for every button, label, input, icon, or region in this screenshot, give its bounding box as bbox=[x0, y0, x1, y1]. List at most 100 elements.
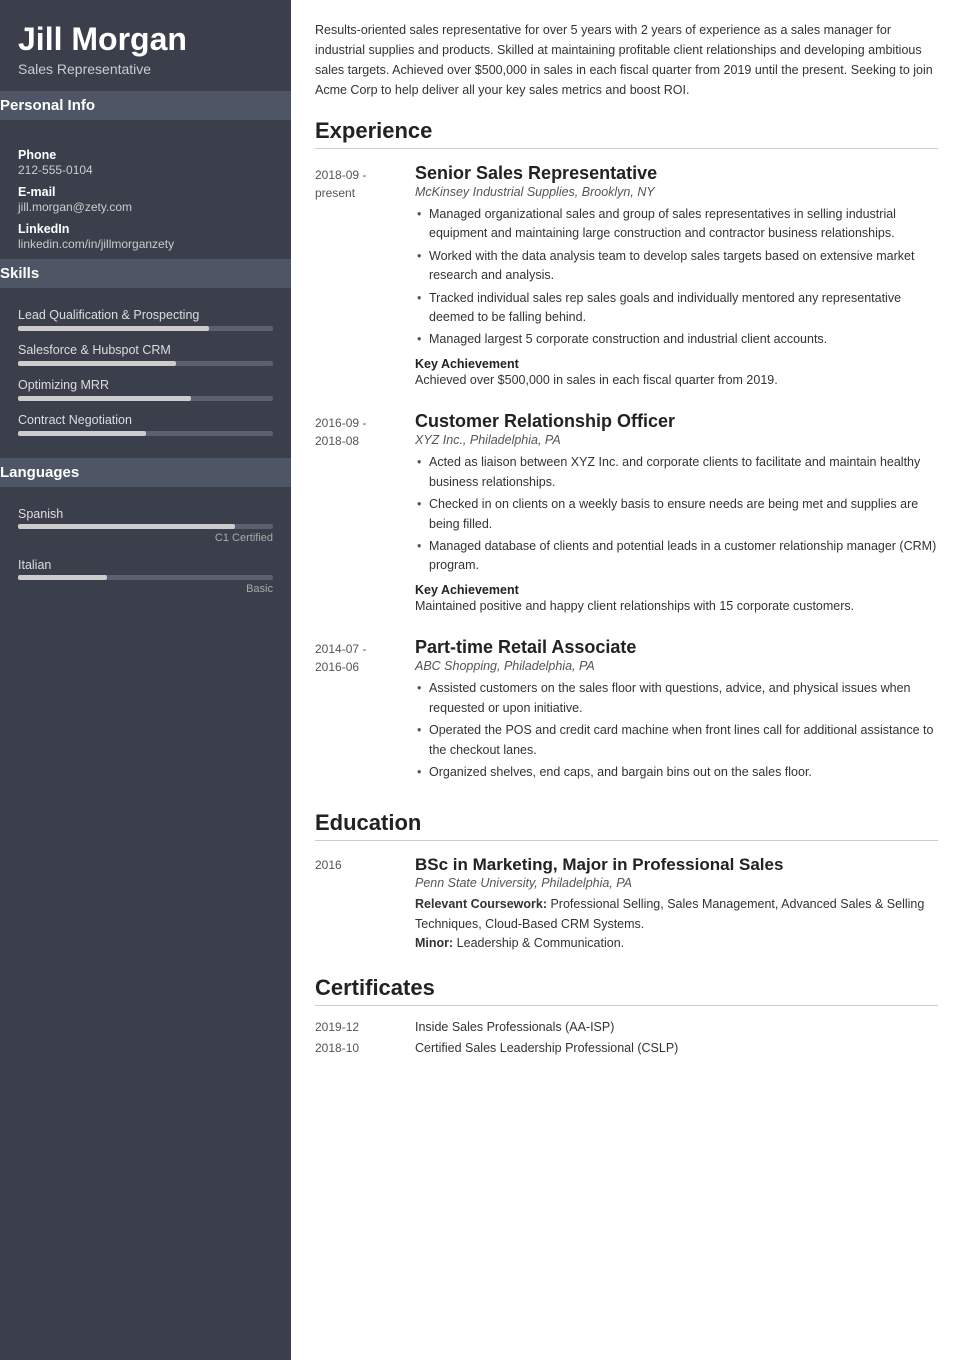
skill-bar-fill bbox=[18, 396, 191, 401]
experience-row: 2014-07 -2016-06 Part-time Retail Associ… bbox=[315, 637, 938, 788]
lang-item: Spanish C1 Certified bbox=[18, 507, 273, 544]
edu-detail-bold: Relevant Coursework: bbox=[415, 897, 547, 911]
exp-bullet: Worked with the data analysis team to de… bbox=[415, 247, 938, 286]
linkedin-label: LinkedIn bbox=[18, 222, 273, 236]
main-content: Results-oriented sales representative fo… bbox=[291, 0, 962, 1360]
edu-detail: Relevant Coursework: Professional Sellin… bbox=[415, 895, 938, 934]
exp-bullet: Managed organizational sales and group o… bbox=[415, 205, 938, 244]
key-achievement-block: Key Achievement Achieved over $500,000 i… bbox=[415, 356, 938, 390]
skill-bar-bg bbox=[18, 326, 273, 331]
email-label: E-mail bbox=[18, 185, 273, 199]
exp-bullet: Organized shelves, end caps, and bargain… bbox=[415, 763, 938, 782]
exp-date: 2014-07 -2016-06 bbox=[315, 637, 415, 788]
skill-label: Optimizing MRR bbox=[18, 378, 273, 392]
lang-bar-fill bbox=[18, 524, 235, 529]
sidebar-name-block: Jill Morgan Sales Representative bbox=[0, 0, 291, 91]
lang-item: Italian Basic bbox=[18, 558, 273, 595]
experience-title: Experience bbox=[315, 118, 938, 149]
exp-date: 2016-09 -2018-08 bbox=[315, 411, 415, 615]
skill-bar-fill bbox=[18, 361, 176, 366]
languages-section: Spanish C1 Certified Italian Basic bbox=[0, 497, 291, 619]
experience-row: 2016-09 -2018-08 Customer Relationship O… bbox=[315, 411, 938, 615]
edu-detail: Minor: Leadership & Communication. bbox=[415, 934, 938, 953]
candidate-title: Sales Representative bbox=[18, 61, 273, 77]
key-achievement-label: Key Achievement bbox=[415, 583, 519, 597]
skill-bar-bg bbox=[18, 431, 273, 436]
skill-item: Salesforce & Hubspot CRM bbox=[18, 343, 273, 366]
experience-row: 2018-09 -present Senior Sales Representa… bbox=[315, 163, 938, 389]
skill-item: Contract Negotiation bbox=[18, 413, 273, 436]
skill-label: Lead Qualification & Prospecting bbox=[18, 308, 273, 322]
lang-level: Basic bbox=[18, 583, 273, 595]
education-row: 2016 BSc in Marketing, Major in Professi… bbox=[315, 855, 938, 953]
exp-content: Senior Sales Representative McKinsey Ind… bbox=[415, 163, 938, 389]
edu-detail-text: Leadership & Communication. bbox=[457, 936, 624, 950]
cert-name: Inside Sales Professionals (AA-ISP) bbox=[415, 1020, 938, 1034]
sidebar: Jill Morgan Sales Representative Persona… bbox=[0, 0, 291, 1360]
phone-label: Phone bbox=[18, 148, 273, 162]
lang-bar-bg bbox=[18, 575, 273, 580]
skill-item: Optimizing MRR bbox=[18, 378, 273, 401]
exp-bullet: Operated the POS and credit card machine… bbox=[415, 721, 938, 760]
exp-bullet: Managed largest 5 corporate construction… bbox=[415, 330, 938, 349]
lang-bar-fill bbox=[18, 575, 107, 580]
skill-bar-bg bbox=[18, 396, 273, 401]
key-achievement-text: Achieved over $500,000 in sales in each … bbox=[415, 373, 778, 387]
exp-company: ABC Shopping, Philadelphia, PA bbox=[415, 659, 938, 673]
skill-item: Lead Qualification & Prospecting bbox=[18, 308, 273, 331]
exp-content: Part-time Retail Associate ABC Shopping,… bbox=[415, 637, 938, 788]
cert-name: Certified Sales Leadership Professional … bbox=[415, 1041, 938, 1055]
edu-date: 2016 bbox=[315, 855, 415, 953]
education-section: Education 2016 BSc in Marketing, Major i… bbox=[315, 810, 938, 953]
key-achievement-text: Maintained positive and happy client rel… bbox=[415, 599, 854, 613]
exp-bullets: Assisted customers on the sales floor wi… bbox=[415, 679, 938, 782]
edu-detail-bold: Minor: bbox=[415, 936, 453, 950]
edu-degree: BSc in Marketing, Major in Professional … bbox=[415, 855, 938, 875]
exp-bullet: Checked in on clients on a weekly basis … bbox=[415, 495, 938, 534]
edu-school: Penn State University, Philadelphia, PA bbox=[415, 876, 938, 890]
exp-content: Customer Relationship Officer XYZ Inc., … bbox=[415, 411, 938, 615]
skills-section: Lead Qualification & Prospecting Salesfo… bbox=[0, 298, 291, 458]
key-achievement-block: Key Achievement Maintained positive and … bbox=[415, 582, 938, 616]
skills-header: Skills bbox=[0, 259, 309, 288]
edu-content: BSc in Marketing, Major in Professional … bbox=[415, 855, 938, 953]
linkedin-value: linkedin.com/in/jillmorganzety bbox=[18, 237, 273, 251]
education-title: Education bbox=[315, 810, 938, 841]
exp-date: 2018-09 -present bbox=[315, 163, 415, 389]
experience-section: Experience 2018-09 -present Senior Sales… bbox=[315, 118, 938, 788]
exp-bullet: Acted as liaison between XYZ Inc. and co… bbox=[415, 453, 938, 492]
cert-row: 2018-10 Certified Sales Leadership Profe… bbox=[315, 1041, 938, 1055]
lang-level: C1 Certified bbox=[18, 532, 273, 544]
exp-job-title: Part-time Retail Associate bbox=[415, 637, 938, 658]
skill-bar-fill bbox=[18, 431, 146, 436]
exp-job-title: Senior Sales Representative bbox=[415, 163, 938, 184]
exp-bullets: Acted as liaison between XYZ Inc. and co… bbox=[415, 453, 938, 575]
exp-bullet: Tracked individual sales rep sales goals… bbox=[415, 289, 938, 328]
summary-text: Results-oriented sales representative fo… bbox=[315, 20, 938, 100]
skill-bar-bg bbox=[18, 361, 273, 366]
languages-header: Languages bbox=[0, 458, 309, 487]
email-value: jill.morgan@zety.com bbox=[18, 200, 273, 214]
skill-label: Salesforce & Hubspot CRM bbox=[18, 343, 273, 357]
candidate-name: Jill Morgan bbox=[18, 22, 273, 57]
exp-company: XYZ Inc., Philadelphia, PA bbox=[415, 433, 938, 447]
key-achievement-label: Key Achievement bbox=[415, 357, 519, 371]
lang-label: Spanish bbox=[18, 507, 273, 521]
lang-label: Italian bbox=[18, 558, 273, 572]
skill-label: Contract Negotiation bbox=[18, 413, 273, 427]
exp-bullets: Managed organizational sales and group o… bbox=[415, 205, 938, 350]
cert-row: 2019-12 Inside Sales Professionals (AA-I… bbox=[315, 1020, 938, 1034]
exp-bullet: Managed database of clients and potentia… bbox=[415, 537, 938, 576]
certificates-section: Certificates 2019-12 Inside Sales Profes… bbox=[315, 975, 938, 1055]
exp-bullet: Assisted customers on the sales floor wi… bbox=[415, 679, 938, 718]
skill-bar-fill bbox=[18, 326, 209, 331]
exp-job-title: Customer Relationship Officer bbox=[415, 411, 938, 432]
personal-info-header: Personal Info bbox=[0, 91, 309, 120]
phone-value: 212-555-0104 bbox=[18, 163, 273, 177]
personal-info-section: Phone 212-555-0104 E-mail jill.morgan@ze… bbox=[0, 130, 291, 259]
lang-bar-bg bbox=[18, 524, 273, 529]
exp-company: McKinsey Industrial Supplies, Brooklyn, … bbox=[415, 185, 938, 199]
cert-date: 2019-12 bbox=[315, 1020, 415, 1034]
cert-date: 2018-10 bbox=[315, 1041, 415, 1055]
certificates-title: Certificates bbox=[315, 975, 938, 1006]
